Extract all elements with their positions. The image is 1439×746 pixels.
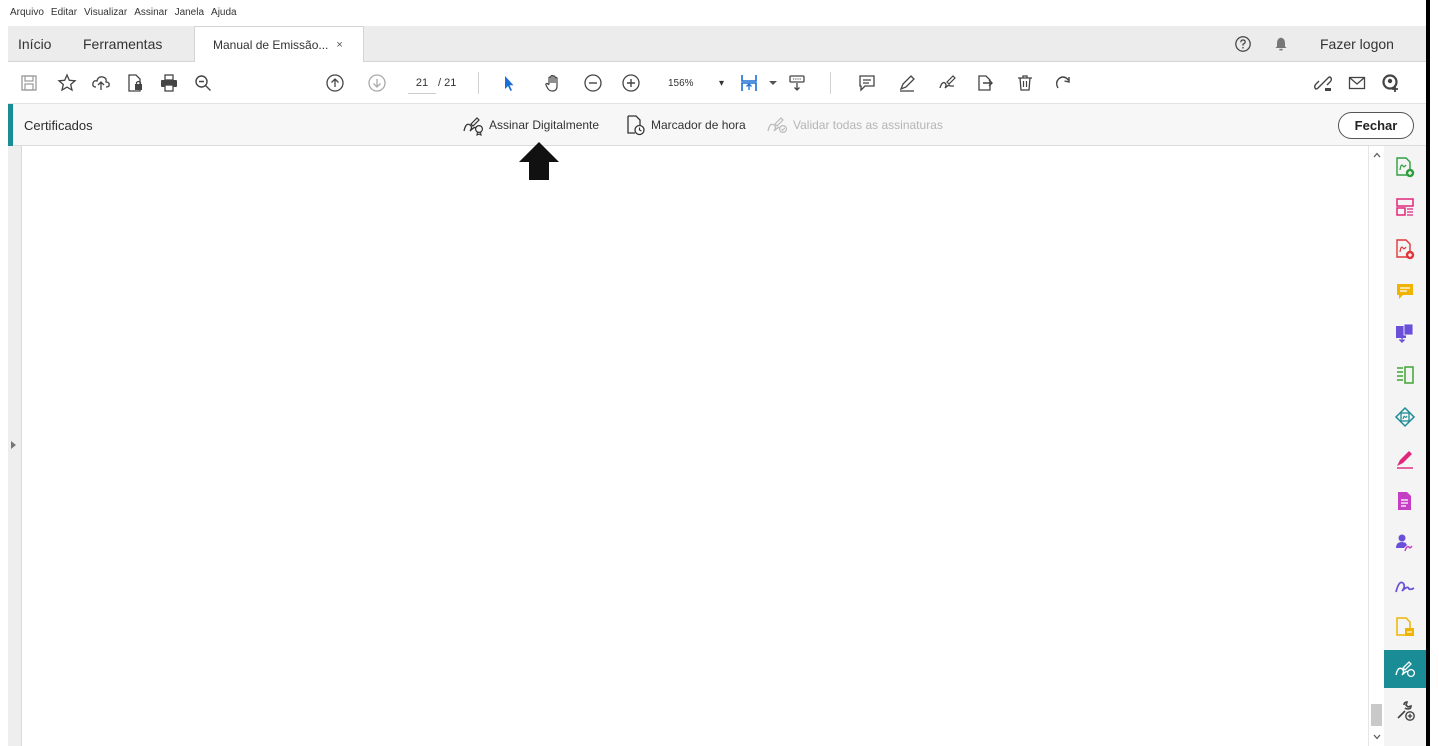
scroll-down-icon[interactable] (1373, 732, 1381, 742)
tab-tools[interactable]: Ferramentas (83, 26, 162, 62)
sign-pen-icon[interactable] (934, 70, 960, 96)
save-icon[interactable] (16, 70, 42, 96)
print-icon[interactable] (156, 70, 182, 96)
rotate-icon[interactable] (1050, 70, 1076, 96)
sign-digitally-label: Assinar Digitalmente (489, 118, 600, 132)
page-number-input[interactable]: 21 (408, 72, 436, 94)
bookmark-star-icon[interactable] (54, 70, 80, 96)
scroll-up-icon[interactable] (1373, 150, 1381, 160)
request-signature-icon[interactable] (1384, 524, 1426, 562)
tab-document[interactable]: Manual de Emissão... × (194, 26, 364, 62)
share-send-icon[interactable] (972, 70, 998, 96)
document-view[interactable] (22, 146, 1368, 746)
tab-close-icon[interactable]: × (336, 39, 342, 51)
timestamp-icon (627, 115, 645, 136)
zoom-in-icon[interactable] (618, 70, 644, 96)
edit-layout-icon[interactable] (1384, 356, 1426, 394)
menu-ajuda[interactable]: Ajuda (211, 7, 237, 18)
right-tools-pane (1384, 146, 1426, 746)
toolbar-divider (478, 72, 479, 94)
validate-signatures-icon (767, 117, 788, 134)
certificates-icon[interactable] (1384, 650, 1426, 688)
menu-arquivo[interactable]: Arquivo (10, 7, 44, 18)
export-pdf-icon[interactable] (1384, 230, 1426, 268)
toolbar-divider (830, 72, 831, 94)
fill-sign-icon[interactable] (1384, 440, 1426, 478)
send-pdf-icon[interactable] (1384, 482, 1426, 520)
validate-all-signatures-label: Validar todas as assinaturas (793, 118, 943, 132)
pointer-arrow-icon (519, 142, 559, 180)
protect-file-icon[interactable] (122, 70, 148, 96)
sign-icon[interactable] (1384, 566, 1426, 604)
scroll-thumb[interactable] (1371, 704, 1382, 726)
upload-cloud-icon[interactable] (88, 70, 114, 96)
select-cursor-icon[interactable] (496, 70, 522, 96)
create-pdf-icon[interactable] (1384, 148, 1426, 186)
menu-bar: Arquivo Editar Visualizar Assinar Janela… (0, 0, 1426, 24)
login-button[interactable]: Fazer logon (1320, 26, 1394, 62)
export-pages-icon[interactable] (1384, 314, 1426, 352)
link-sign-icon[interactable] (1310, 70, 1336, 96)
left-navigation-panel (8, 146, 22, 746)
stamp-icon[interactable] (1384, 608, 1426, 646)
sign-digitally-icon (463, 117, 484, 136)
search-zoom-icon[interactable] (190, 70, 216, 96)
notification-bell-icon[interactable] (1270, 26, 1292, 62)
zoom-out-icon[interactable] (580, 70, 606, 96)
email-envelope-icon[interactable] (1344, 70, 1370, 96)
zoom-level-value: 156% (668, 77, 694, 89)
tab-document-label: Manual de Emissão... (213, 37, 329, 52)
next-page-icon[interactable] (364, 70, 390, 96)
highlight-pen-icon[interactable] (894, 70, 920, 96)
zoom-level-select[interactable]: 156% ▾ (668, 72, 724, 94)
menu-assinar[interactable]: Assinar (134, 7, 167, 18)
certificates-toolbar: Certificados Assinar Digitalmente Marcad… (8, 104, 1426, 146)
scroll-mode-icon[interactable] (784, 70, 810, 96)
page-total: / 21 (438, 77, 457, 89)
timestamp-label: Marcador de hora (651, 118, 746, 132)
help-icon[interactable] (1232, 26, 1254, 62)
delete-trash-icon[interactable] (1012, 70, 1038, 96)
menu-visualizar[interactable]: Visualizar (84, 7, 127, 18)
organize-pages-icon[interactable] (1384, 188, 1426, 226)
window-edge (1426, 0, 1430, 746)
timestamp-button[interactable]: Marcador de hora (624, 104, 746, 146)
hand-tool-icon[interactable] (540, 70, 566, 96)
validate-all-signatures-button[interactable]: Validar todas as assinaturas (766, 104, 943, 146)
previous-page-icon[interactable] (322, 70, 348, 96)
active-tool-accent (8, 104, 13, 146)
fit-page-icon[interactable] (736, 70, 762, 96)
more-tools-icon[interactable] (1384, 692, 1426, 730)
menu-janela[interactable]: Janela (175, 7, 204, 18)
tab-home[interactable]: Início (18, 26, 51, 62)
export-pdf-teal-icon[interactable] (1384, 398, 1426, 436)
main-toolbar: 21 / 21 156% ▾ (8, 62, 1426, 104)
comment-icon[interactable] (1384, 272, 1426, 310)
chevron-down-icon[interactable] (760, 70, 786, 96)
menu-editar[interactable]: Editar (51, 7, 77, 18)
vertical-scrollbar[interactable] (1368, 146, 1384, 746)
certificates-title: Certificados (24, 117, 93, 133)
chevron-down-icon: ▾ (718, 77, 724, 89)
comment-note-icon[interactable] (854, 70, 880, 96)
close-button[interactable]: Fechar (1338, 112, 1414, 139)
tab-bar: Início Ferramentas Manual de Emissão... … (8, 26, 1426, 62)
add-user-account-icon[interactable] (1378, 70, 1404, 96)
expand-panel-icon[interactable] (11, 441, 16, 449)
